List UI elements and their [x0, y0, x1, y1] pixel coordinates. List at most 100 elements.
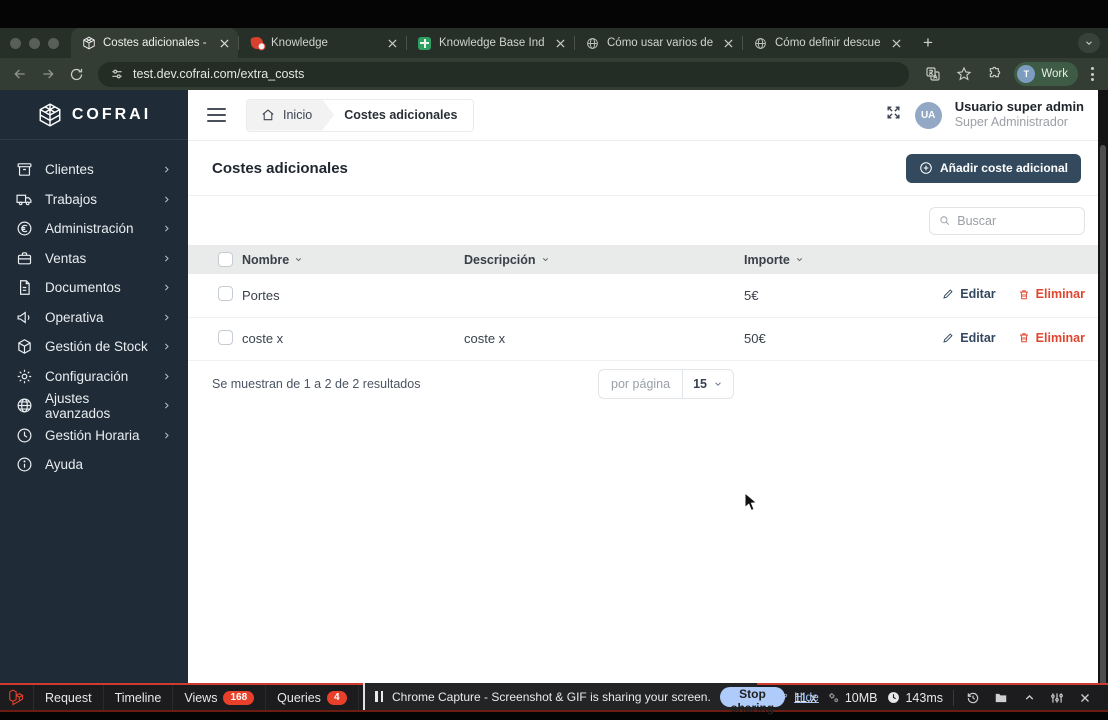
main-header: Inicio Costes adicionales UA Usuario sup… — [188, 90, 1108, 141]
tab-como-definir-descuentos[interactable]: Cómo definir descuentos glo — [743, 28, 910, 58]
sidebar-item-trabajos[interactable]: Trabajos — [0, 185, 188, 215]
document-icon — [16, 279, 33, 296]
bookmark-star-icon[interactable] — [952, 62, 976, 86]
sidebar-item-gestion-de-stock[interactable]: Gestión de Stock — [0, 332, 188, 362]
delete-link[interactable]: Eliminar — [1018, 287, 1085, 301]
select-all-checkbox[interactable] — [218, 252, 233, 268]
site-info-icon[interactable] — [110, 67, 124, 81]
window-minimize-button[interactable] — [29, 37, 40, 49]
debugbar-tab-views[interactable]: Views 168 — [173, 685, 267, 710]
chevron-right-icon — [162, 195, 171, 204]
user-avatar[interactable]: UA — [914, 101, 942, 129]
row-checkbox[interactable] — [218, 286, 233, 302]
debugbar-tab-timeline[interactable]: Timeline — [104, 685, 174, 710]
back-icon[interactable] — [8, 62, 32, 86]
delete-link[interactable]: Eliminar — [1018, 331, 1085, 345]
sidebar-item-clientes[interactable]: Clientes — [0, 155, 188, 185]
chevron-right-icon — [162, 342, 171, 351]
translate-icon[interactable] — [921, 62, 945, 86]
forward-icon[interactable] — [36, 62, 60, 86]
edit-link[interactable]: Editar — [942, 287, 996, 301]
sidebar: COFRAI Clientes Trabajos Administración … — [0, 90, 188, 712]
close-icon[interactable] — [1076, 692, 1094, 704]
debugbar-tab-queries[interactable]: Queries 4 — [266, 685, 359, 710]
tab-como-usar-varios-descuentos[interactable]: Cómo usar varios descuento — [575, 28, 742, 58]
add-cost-button[interactable]: Añadir coste adicional — [905, 153, 1081, 183]
laravel-logo-icon[interactable] — [0, 685, 34, 710]
stop-sharing-button[interactable]: Stop sharing — [719, 686, 786, 715]
page-scrollbar[interactable] — [1098, 90, 1108, 712]
sidebar-item-configuracion[interactable]: Configuración — [0, 362, 188, 392]
row-checkbox[interactable] — [218, 329, 233, 345]
tab-knowledge[interactable]: Knowledge — [239, 28, 406, 58]
browser-tabstrip: Costes adicionales - Cofrai.c Knowledge … — [0, 28, 1108, 58]
tab-title: Knowledge — [271, 37, 328, 49]
sidebar-nav: Clientes Trabajos Administración Ventas … — [0, 140, 188, 480]
url-bar[interactable]: test.dev.cofrai.com/extra_costs — [98, 61, 910, 87]
per-page-control[interactable]: por página 15 — [598, 368, 734, 399]
profile-chip[interactable]: T Work — [1014, 62, 1078, 86]
search-input[interactable] — [957, 213, 1075, 228]
clock-icon — [16, 427, 33, 444]
sidebar-item-ajustes-avanzados[interactable]: Ajustes avanzados — [0, 391, 188, 421]
header-right: UA Usuario super admin Super Administrad… — [885, 99, 1084, 131]
sort-chevron-icon[interactable] — [294, 255, 303, 264]
breadcrumb-home[interactable]: Inicio — [247, 100, 334, 131]
search-row — [188, 196, 1108, 245]
reload-icon[interactable] — [64, 62, 88, 86]
sort-chevron-icon[interactable] — [541, 255, 550, 264]
tab-close-icon[interactable] — [888, 35, 904, 51]
archive-box-icon — [16, 161, 33, 178]
extensions-puzzle-icon[interactable] — [983, 62, 1007, 86]
chevron-up-icon[interactable] — [1020, 691, 1038, 704]
browser-menu-icon[interactable] — [1085, 67, 1100, 81]
sort-chevron-icon[interactable] — [795, 255, 804, 264]
chevron-right-icon — [162, 431, 171, 440]
tab-knowledge-base-index[interactable]: Knowledge Base Index - Hoja — [407, 28, 574, 58]
debugbar-tab-request[interactable]: Request — [34, 685, 104, 710]
column-descripcion[interactable]: Descripción — [464, 253, 536, 267]
tab-costes-adicionales[interactable]: Costes adicionales - Cofrai.c — [71, 28, 238, 58]
edit-link[interactable]: Editar — [942, 331, 996, 345]
mouse-cursor — [744, 492, 758, 512]
column-nombre[interactable]: Nombre — [242, 253, 289, 267]
hide-link[interactable]: Hide — [794, 690, 819, 704]
window-controls[interactable] — [0, 28, 71, 58]
hamburger-menu-icon[interactable] — [198, 97, 234, 133]
history-icon[interactable] — [964, 691, 982, 705]
cell-nombre: Portes — [242, 287, 280, 303]
user-info[interactable]: Usuario super admin Super Administrador — [955, 99, 1084, 131]
briefcase-icon — [16, 250, 33, 267]
cofrai-logo[interactable]: COFRAI — [0, 90, 188, 140]
sidebar-item-administracion[interactable]: Administración — [0, 214, 188, 244]
scrollbar-thumb[interactable] — [1100, 145, 1106, 695]
chevron-right-icon — [162, 254, 171, 263]
sidebar-item-ayuda[interactable]: Ayuda — [0, 450, 188, 480]
title-row: Costes adicionales Añadir coste adiciona… — [188, 141, 1108, 196]
fullscreen-expand-icon[interactable] — [885, 104, 902, 126]
settings-sliders-icon[interactable] — [1048, 691, 1066, 705]
table-row[interactable]: coste x coste x 50€ Editar Eliminar — [188, 317, 1108, 360]
url-text[interactable]: test.dev.cofrai.com/extra_costs — [133, 67, 304, 81]
tab-close-icon[interactable] — [216, 35, 232, 51]
window-zoom-button[interactable] — [48, 37, 59, 49]
tab-search-chevron-icon[interactable] — [1078, 33, 1100, 53]
user-name: Usuario super admin — [954, 99, 1084, 115]
search-box[interactable] — [929, 206, 1085, 235]
sidebar-item-operativa[interactable]: Operativa — [0, 303, 188, 333]
tab-close-icon[interactable] — [720, 35, 736, 51]
tab-close-icon[interactable] — [384, 35, 400, 51]
sidebar-item-documentos[interactable]: Documentos — [0, 273, 188, 303]
home-icon — [261, 108, 275, 122]
folder-icon[interactable] — [992, 691, 1010, 705]
table-row[interactable]: Portes 5€ Editar Eliminar — [188, 274, 1108, 317]
new-tab-button[interactable]: + — [914, 29, 942, 57]
tab-title: Knowledge Base Index - Hoja — [439, 37, 545, 49]
sidebar-item-gestion-horaria[interactable]: Gestión Horaria — [0, 421, 188, 451]
per-page-select[interactable]: 15 — [683, 377, 733, 391]
chevron-right-icon — [162, 224, 171, 233]
column-importe[interactable]: Importe — [744, 253, 790, 267]
sidebar-item-ventas[interactable]: Ventas — [0, 244, 188, 274]
tab-close-icon[interactable] — [552, 35, 568, 51]
window-close-button[interactable] — [10, 37, 21, 49]
